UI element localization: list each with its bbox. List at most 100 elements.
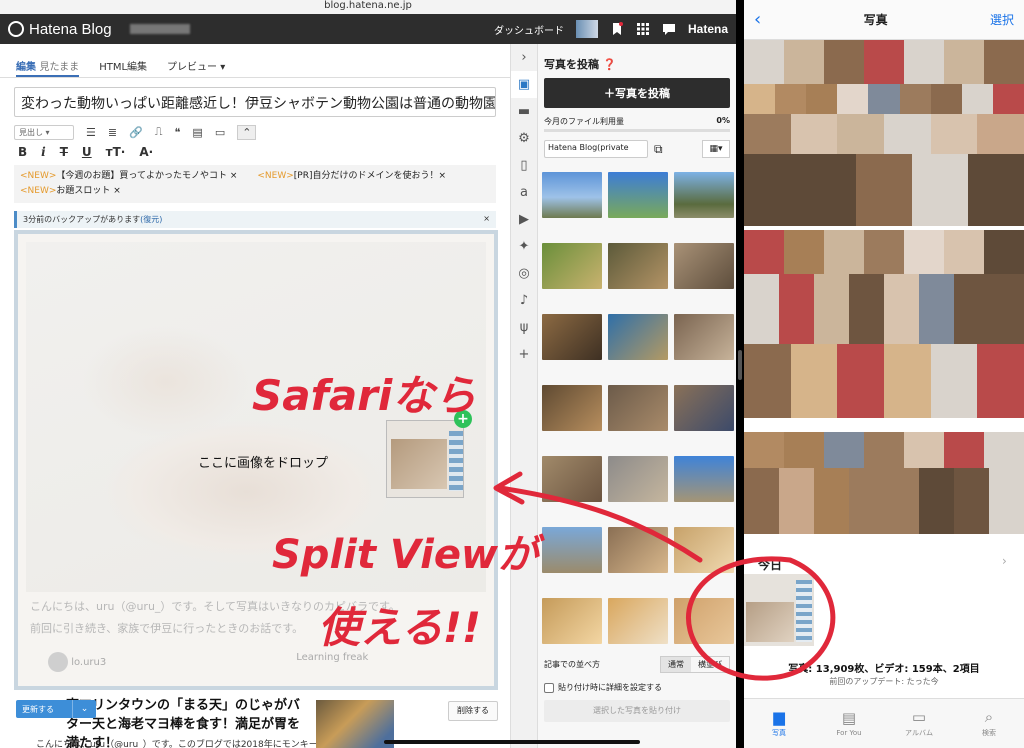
photo-thumbnail[interactable] (608, 172, 668, 218)
avatar[interactable] (575, 20, 598, 38)
blurred-photo-tile[interactable] (744, 230, 785, 274)
tab-search[interactable]: ⌕ 検索 (954, 699, 1024, 748)
strike-icon[interactable]: T (60, 145, 68, 163)
blurred-photo-tile[interactable] (868, 84, 901, 114)
italic-icon[interactable]: i (41, 145, 46, 163)
blurred-photo-tile[interactable] (912, 154, 969, 226)
blurred-photo-tile[interactable] (814, 468, 850, 534)
photo-thumbnail[interactable] (542, 172, 602, 218)
photo-thumbnail[interactable] (542, 314, 602, 360)
photo-thumbnail[interactable] (542, 598, 602, 644)
select-button[interactable]: 選択 (990, 11, 1014, 28)
photo-thumbnail[interactable] (674, 243, 734, 289)
detail-option[interactable]: 貼り付け時に詳細を設定する (544, 682, 662, 693)
blurred-photo-tile[interactable] (837, 114, 885, 154)
photo-thumbnail[interactable] (674, 385, 734, 431)
blurred-photo-tile[interactable] (864, 40, 905, 84)
blurred-photo-tile[interactable] (930, 84, 963, 114)
footnote-icon[interactable]: ▭ (215, 126, 225, 139)
tab-photos[interactable]: ▆ 写真 (744, 699, 814, 748)
blurred-photo-tile[interactable] (784, 40, 825, 84)
photo-thumbnail[interactable] (608, 243, 668, 289)
underline-icon[interactable]: U (82, 145, 92, 163)
blurred-photo-tile[interactable] (944, 230, 985, 274)
tab-wysiwyg[interactable]: 編集 見たまま (16, 58, 80, 77)
tab-for-you[interactable]: ▤ For You (814, 699, 884, 748)
blurred-photo-tile[interactable] (992, 84, 1024, 114)
blurred-photo-tile[interactable] (977, 344, 1024, 418)
blurred-photo-tile[interactable] (824, 432, 865, 468)
blurred-photo-tile[interactable] (930, 114, 979, 154)
blurred-photo-tile[interactable] (984, 432, 1024, 468)
blurred-photo-library[interactable] (744, 40, 1024, 546)
bookmark-icon[interactable] (610, 22, 624, 36)
blurred-photo-tile[interactable] (824, 40, 865, 84)
restore-link[interactable]: (復元) (140, 215, 162, 224)
today-header[interactable]: 今日 (758, 556, 782, 573)
blurred-photo-tile[interactable] (856, 154, 913, 226)
photo-thumbnail[interactable] (608, 456, 668, 502)
photo-thumbnail[interactable] (542, 385, 602, 431)
tab-html[interactable]: HTML編集 (99, 58, 147, 77)
blurred-photo-tile[interactable] (961, 84, 994, 114)
today-photo-thumbnail[interactable] (744, 574, 814, 646)
blurred-photo-tile[interactable] (775, 84, 808, 114)
chevron-right-icon[interactable]: › (1002, 554, 1007, 568)
music-icon[interactable]: ♪ (511, 287, 537, 314)
blurred-photo-tile[interactable] (989, 274, 1024, 344)
photo-thumbnail[interactable] (608, 314, 668, 360)
photo-thumbnail[interactable] (542, 527, 602, 573)
dashboard-link[interactable]: ダッシュボード (494, 22, 564, 37)
twitter-icon[interactable]: ✦ (511, 233, 537, 260)
bold-icon[interactable]: B (18, 145, 27, 163)
gear-icon[interactable]: ⚙ (511, 125, 537, 152)
blurred-photo-tile[interactable] (884, 274, 920, 344)
blurred-photo-tile[interactable] (984, 230, 1024, 274)
amazon-icon[interactable]: a (511, 179, 537, 206)
heading-select[interactable]: 見出し ▾ (14, 124, 74, 140)
article-title-input[interactable]: 変わった動物いっぱい距離感近し！伊豆シャボテン動物公園は普通の動物園に飽き (14, 87, 496, 117)
post-photo-button[interactable]: ＋写真を投稿 (544, 78, 730, 108)
blurred-photo-tile[interactable] (884, 114, 932, 154)
help-icon[interactable]: ❓ (603, 58, 617, 71)
blurred-photo-tile[interactable] (744, 84, 777, 114)
grid-view-button[interactable]: ▦▾ (702, 140, 730, 158)
blurred-photo-tile[interactable] (837, 344, 885, 418)
collapse-toolbar-icon[interactable]: ⌃ (237, 124, 257, 140)
sort-normal-button[interactable]: 通常 (661, 657, 691, 672)
blurred-photo-tile[interactable] (989, 468, 1024, 534)
more-icon[interactable]: ⎍ (155, 125, 163, 139)
blurred-photo-tile[interactable] (944, 40, 985, 84)
blurred-photo-tile[interactable] (806, 84, 839, 114)
blurred-photo-tile[interactable] (849, 274, 885, 344)
blurred-photo-tile[interactable] (744, 274, 780, 344)
blurred-photo-tile[interactable] (814, 274, 850, 344)
blurred-photo-tile[interactable] (977, 114, 1024, 154)
blurred-photo-tile[interactable] (779, 468, 815, 534)
paste-selected-button[interactable]: 選択した写真を貼り付け (544, 700, 730, 722)
restaurant-icon[interactable]: ψ (511, 314, 537, 341)
blurred-photo-tile[interactable] (744, 114, 792, 154)
blurred-photo-tile[interactable] (744, 344, 792, 418)
photo-thumbnail[interactable] (674, 314, 734, 360)
update-button[interactable]: 更新する ⌄ (16, 700, 96, 718)
home-indicator[interactable] (384, 740, 640, 744)
album-select[interactable]: Hatena Blog(private (544, 140, 648, 158)
blurred-photo-tile[interactable] (884, 344, 932, 418)
detail-checkbox[interactable] (544, 682, 554, 693)
photo-thumbnail[interactable] (542, 456, 602, 502)
article-body[interactable]: こんにちは、uru（@uru_）です。そして写真はいきなりのカピバラです。 前回… (30, 598, 490, 638)
text-color-icon[interactable]: A· (139, 145, 153, 163)
blurred-photo-tile[interactable] (744, 40, 785, 84)
blurred-photo-tile[interactable] (904, 230, 945, 274)
blurred-photo-tile[interactable] (864, 230, 905, 274)
blurred-photo-tile[interactable] (744, 432, 785, 468)
link-icon[interactable]: 🔗 (129, 126, 143, 139)
blurred-photo-tile[interactable] (954, 274, 990, 344)
photo-thumbnail[interactable] (674, 172, 734, 218)
blurred-photo-tile[interactable] (790, 344, 839, 418)
blurred-photo-tile[interactable] (884, 468, 920, 534)
blurred-photo-tile[interactable] (744, 468, 780, 534)
dragged-image-preview[interactable] (386, 420, 464, 498)
document-icon[interactable]: ▯ (511, 152, 537, 179)
